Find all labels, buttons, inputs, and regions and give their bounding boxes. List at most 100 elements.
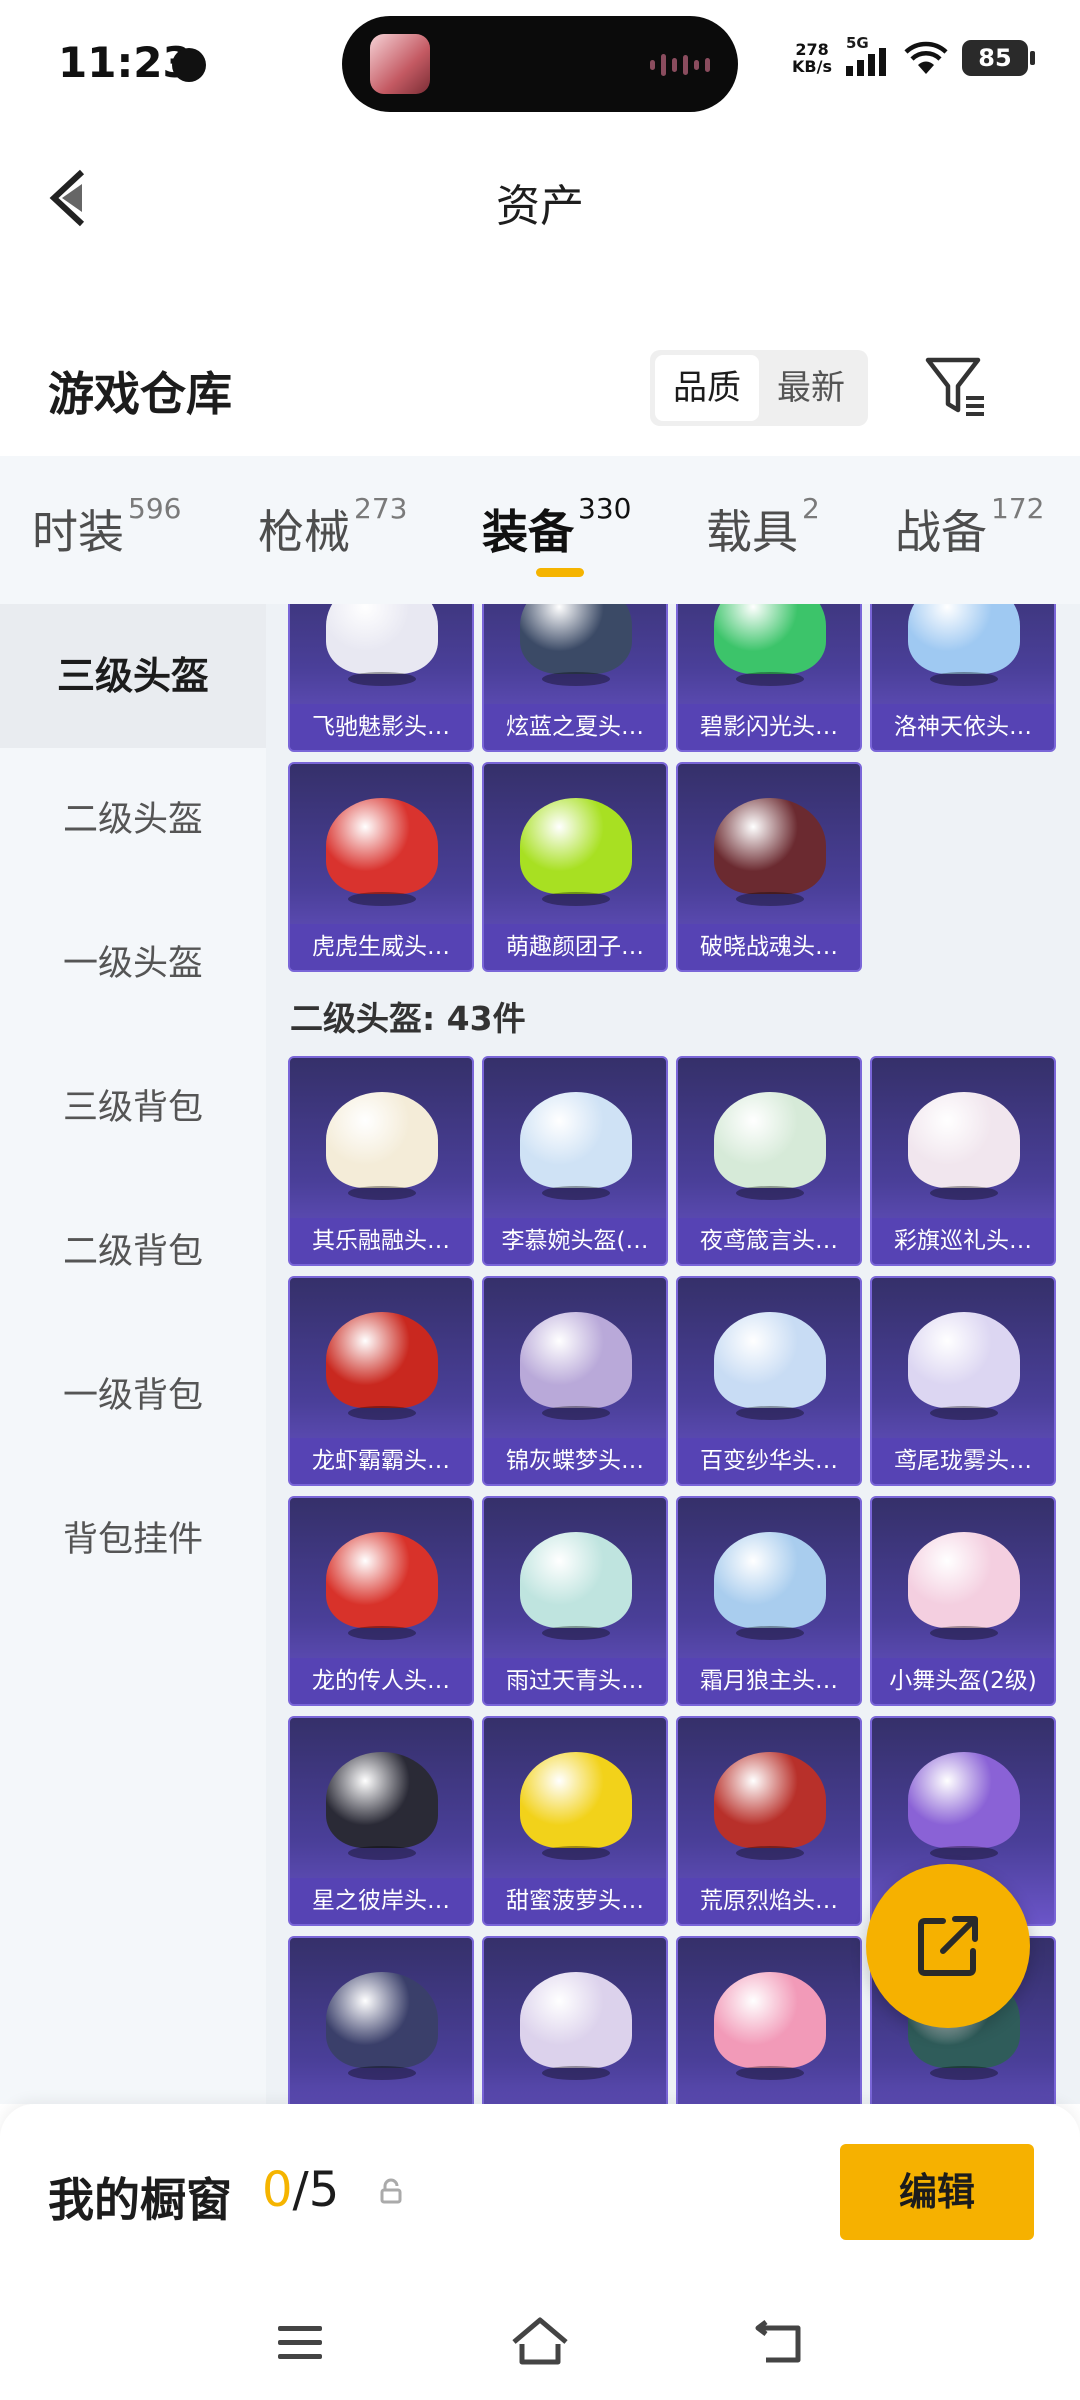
sort-newest-button[interactable]: 最新 [759,355,863,421]
item-card[interactable]: 小舞头盔(2级) [870,1496,1056,1706]
showcase-current: 0 [262,2162,293,2218]
page-header: 资产 [0,128,1080,268]
cell-signal-icon: 5G [846,34,890,76]
app-avatar-icon [370,34,430,94]
item-card[interactable]: 雨过天青头… [482,1496,668,1706]
item-card[interactable]: 夜鸢箴言头… [676,1056,862,1266]
item-name: 百变纱华头… [678,1438,860,1484]
menu-icon[interactable] [268,2310,332,2374]
item-name: 碧影闪光头… [678,704,860,750]
item-card[interactable]: 碧影闪光头… [676,604,862,752]
helmet-icon [714,1312,826,1420]
tab-count: 596 [128,492,182,525]
helmet-icon [326,1092,438,1200]
warehouse-bar: 游戏仓库 品质 最新 [0,330,1080,450]
item-card[interactable]: 甜蜜菠萝头… [482,1716,668,1926]
tab-vehicles[interactable]: 载具 2 [706,492,820,562]
item-card[interactable] [288,1936,474,2104]
net-speed-unit: KB/s [792,57,832,76]
sidebar-item-level1-backpack[interactable]: 一级背包 [0,1324,266,1468]
warehouse-title: 游戏仓库 [48,367,232,421]
helmet-icon [908,1312,1020,1420]
helmet-icon [714,604,826,686]
signal-type: 5G [846,34,869,52]
item-card[interactable]: 萌趣颜团子… [482,762,668,972]
wifi-icon [904,41,948,74]
back-nav-icon[interactable] [748,2310,812,2374]
item-name: 彩旗巡礼头… [872,1218,1054,1264]
item-card[interactable]: 荒原烈焰头… [676,1716,862,1926]
item-card[interactable]: 霜月狼主头… [676,1496,862,1706]
item-card[interactable] [482,1936,668,2104]
item-card[interactable]: 破晓战魂头… [676,762,862,972]
share-button[interactable] [866,1864,1030,2028]
sort-quality-button[interactable]: 品质 [655,355,759,421]
tab-count: 273 [354,492,408,525]
item-name: 夜鸢箴言头… [678,1218,860,1264]
edit-button[interactable]: 编辑 [840,2144,1034,2240]
helmet-icon [520,798,632,906]
notification-icon [172,48,206,82]
item-card[interactable]: 百变纱华头… [676,1276,862,1486]
sidebar-item-backpack-charm[interactable]: 背包挂件 [0,1468,266,1612]
section-title-level2-helmet: 二级头盔: 43件 [290,999,526,1038]
item-card[interactable]: 炫蓝之夏头… [482,604,668,752]
sidebar-item-level2-backpack[interactable]: 二级背包 [0,1180,266,1324]
item-card[interactable]: 其乐融融头… [288,1056,474,1266]
item-name: 萌趣颜团子… [484,924,666,970]
audio-wave-icon [650,54,710,76]
showcase-title: 我的橱窗 [48,2173,232,2227]
item-name: 星之彼岸头… [290,1878,472,1924]
sort-toggle: 品质 最新 [650,350,868,426]
tab-count: 172 [991,492,1045,525]
home-icon[interactable] [508,2310,572,2374]
item-card[interactable]: 星之彼岸头… [288,1716,474,1926]
item-name: 飞驰魅影头… [290,704,472,750]
item-name: 龙虾霸霸头… [290,1438,472,1484]
lock-icon [380,2178,402,2204]
tab-label: 载具 [706,505,798,559]
item-card[interactable]: 彩旗巡礼头… [870,1056,1056,1266]
item-card[interactable]: 龙虾霸霸头… [288,1276,474,1486]
helmet-icon [714,1752,826,1860]
item-card[interactable]: 龙的传人头… [288,1496,474,1706]
item-card[interactable] [676,1936,862,2104]
showcase-bar: 我的橱窗 0/5 编辑 [0,2104,1080,2284]
tab-count: 2 [802,492,820,525]
item-card[interactable]: 飞驰魅影头… [288,604,474,752]
item-card[interactable]: 虎虎生威头… [288,762,474,972]
sidebar-item-level3-helmet[interactable]: 三级头盔 [0,604,266,748]
active-tab-indicator [536,568,584,577]
tab-fashion[interactable]: 时装 596 [32,492,181,562]
item-card[interactable]: 锦灰蝶梦头… [482,1276,668,1486]
item-name: 破晓战魂头… [678,924,860,970]
tab-label: 时装 [32,505,124,559]
sidebar-item-level3-backpack[interactable]: 三级背包 [0,1036,266,1180]
filter-icon[interactable] [922,352,988,422]
item-name: 李慕婉头盔(… [484,1218,666,1264]
item-name: 虎虎生威头… [290,924,472,970]
item-name: 小舞头盔(2级) [872,1658,1054,1704]
net-speed-value: 278 [795,40,829,59]
tab-equipment[interactable]: 装备 330 [482,492,631,562]
item-card[interactable]: 鸢尾珑雾头… [870,1276,1056,1486]
sidebar-item-level1-helmet[interactable]: 一级头盔 [0,892,266,1036]
tab-weapons[interactable]: 枪械 273 [258,492,407,562]
item-card[interactable]: 洛神天依头… [870,604,1056,752]
sidebar-item-level2-helmet[interactable]: 二级头盔 [0,748,266,892]
tab-supplies[interactable]: 战备 172 [895,492,1044,562]
helmet-icon [326,1312,438,1420]
page-title: 资产 [496,181,584,232]
item-name: 荒原烈焰头… [678,1878,860,1924]
helmet-icon [326,798,438,906]
item-name: 甜蜜菠萝头… [484,1878,666,1924]
helmet-icon [520,604,632,686]
item-name: 其乐融融头… [290,1218,472,1264]
helmet-icon [714,798,826,906]
tab-label: 装备 [482,505,574,559]
item-name: 洛神天依头… [872,704,1054,750]
dynamic-island[interactable] [342,16,738,112]
battery-icon: 85 [962,40,1035,76]
item-card[interactable]: 李慕婉头盔(… [482,1056,668,1266]
helmet-icon [520,1752,632,1860]
